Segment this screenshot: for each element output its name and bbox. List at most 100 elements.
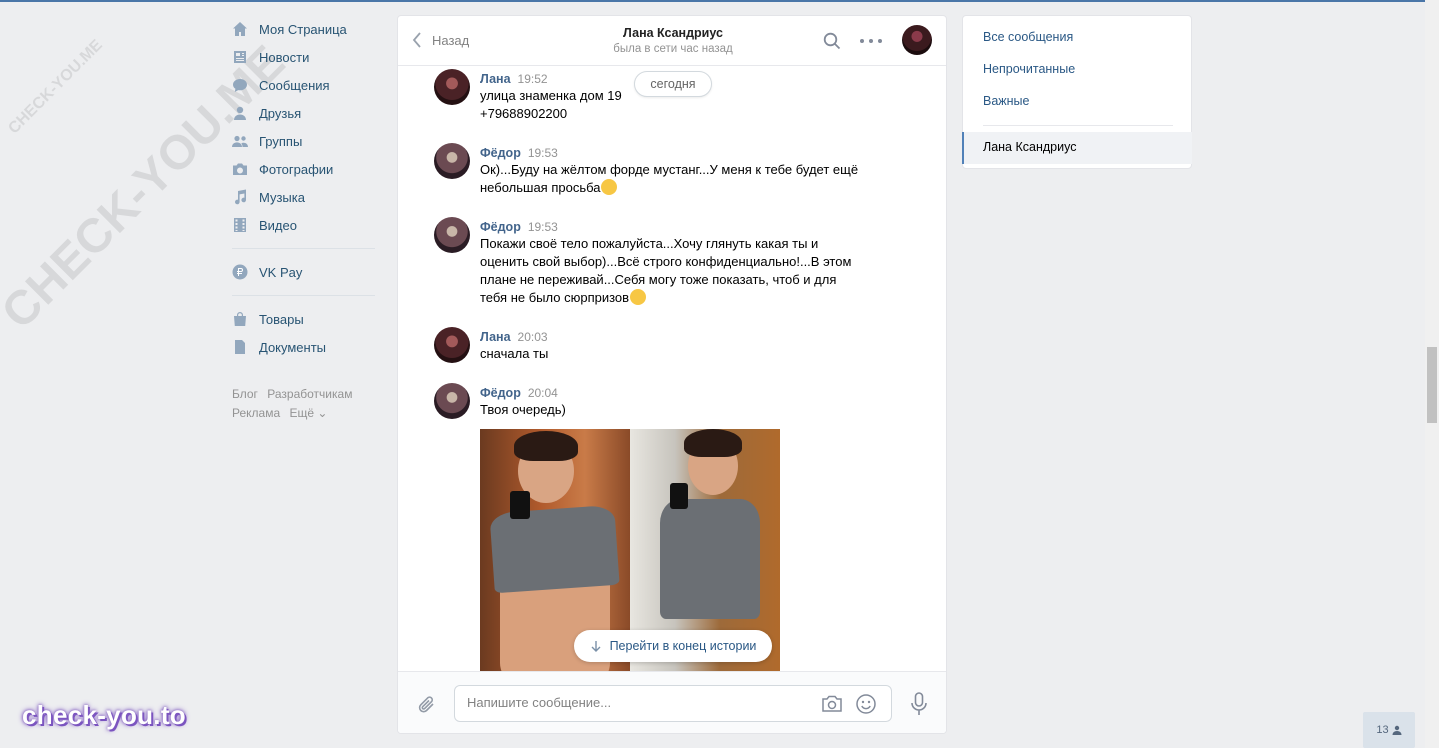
video-icon — [232, 217, 248, 233]
scrollbar-thumb[interactable] — [1427, 347, 1437, 423]
message-item[interactable]: Лана 20:03 сначала ты — [434, 327, 874, 367]
online-counter[interactable]: 13 — [1363, 712, 1415, 748]
message-time[interactable]: 19:52 — [518, 72, 548, 86]
news-icon — [232, 49, 248, 65]
peer-status: была в сети час назад — [613, 43, 733, 55]
nav-item-label: Группы — [259, 133, 303, 149]
back-button[interactable]: Назад — [412, 32, 469, 48]
nav-divider — [232, 295, 375, 296]
nav-item-label: Видео — [259, 217, 297, 233]
message-author[interactable]: Фёдор — [480, 220, 521, 234]
nav-item-label: Документы — [259, 339, 327, 355]
footer-link-more[interactable]: Ещё ⌄ — [289, 406, 327, 420]
nav-item-label: Музыка — [259, 189, 305, 205]
more-icon[interactable] — [860, 32, 882, 50]
jump-to-end-button[interactable]: Перейти в конец истории — [574, 630, 772, 662]
nav-item-label: Друзья — [259, 105, 302, 121]
avatar[interactable] — [434, 143, 470, 179]
avatar[interactable] — [434, 327, 470, 363]
nav-item-news[interactable]: Новости — [224, 43, 379, 71]
message-author[interactable]: Лана — [480, 330, 511, 344]
panel-divider — [983, 125, 1173, 126]
message-input-box — [454, 685, 892, 722]
home-icon — [232, 21, 248, 37]
avatar[interactable] — [434, 383, 470, 419]
nav-item-photos[interactable]: Фотографии — [224, 155, 379, 183]
avatar[interactable] — [434, 69, 470, 105]
message-time[interactable]: 20:04 — [528, 386, 558, 400]
camera-icon — [232, 161, 248, 177]
footer-links: Блог Разработчикам Реклама Ещё ⌄ — [224, 385, 379, 423]
peer-info[interactable]: Лана Ксандриус была в сети час назад — [573, 26, 773, 55]
user-icon — [1392, 725, 1402, 735]
nav-item-label: Новости — [259, 49, 310, 65]
bag-icon — [232, 311, 248, 327]
footer-link-blog[interactable]: Блог — [232, 387, 258, 401]
message-line: плане не переживай...Себя могу тоже пока… — [480, 272, 837, 287]
smile-emoji-icon — [630, 289, 647, 305]
message-input[interactable] — [467, 695, 807, 710]
nav-item-friends[interactable]: Друзья — [224, 99, 379, 127]
search-icon[interactable] — [823, 32, 841, 50]
message-text: Покажи своё тело пожалуйста...Хочу гляну… — [480, 235, 875, 307]
footer-link-developers[interactable]: Разработчикам — [267, 387, 352, 401]
message-line: сначала ты — [480, 346, 549, 361]
emoji-icon[interactable] — [855, 693, 877, 715]
nav-item-my-page[interactable]: Моя Страница — [224, 15, 379, 43]
peer-avatar[interactable] — [902, 25, 932, 55]
nav-divider — [232, 248, 375, 249]
filter-unread[interactable]: Непрочитанные — [983, 62, 1075, 76]
peer-name: Лана Ксандриус — [623, 26, 723, 40]
message-text: Твоя очередь) — [480, 401, 875, 419]
filter-important[interactable]: Важные — [983, 94, 1030, 108]
message-author[interactable]: Лана — [480, 72, 511, 86]
page-scrollbar[interactable] — [1425, 0, 1439, 748]
message-text: улица знаменка дом 19 +79688902200 — [480, 87, 875, 123]
music-icon — [232, 189, 248, 205]
filter-all-messages[interactable]: Все сообщения — [983, 30, 1073, 44]
chevron-left-icon — [412, 32, 421, 48]
active-dialog-item[interactable]: Лана Ксандриус — [962, 132, 1192, 164]
nav-item-label: VK Pay — [259, 264, 303, 280]
message-history[interactable]: сегодня Лана 19:52 улица знаменка дом 19 … — [398, 67, 946, 672]
nav-item-messages[interactable]: Сообщения — [224, 71, 379, 99]
nav-item-vk-pay[interactable]: VK Pay — [224, 258, 379, 286]
footer-link-ads[interactable]: Реклама — [232, 406, 280, 420]
message-time[interactable]: 20:03 — [518, 330, 548, 344]
message-item[interactable]: Лана 19:52 улица знаменка дом 19 +7968890… — [434, 69, 874, 121]
message-author[interactable]: Фёдор — [480, 386, 521, 400]
message-time[interactable]: 19:53 — [528, 220, 558, 234]
messages-icon — [232, 77, 248, 93]
jump-label: Перейти в конец истории — [609, 639, 757, 653]
friends-icon — [232, 105, 248, 121]
avatar[interactable] — [434, 217, 470, 253]
message-line: тебя не было сюрпризов — [480, 290, 630, 305]
watermark-small: CHECK-YOU.ME — [5, 36, 106, 138]
message-time[interactable]: 19:53 — [528, 146, 558, 160]
message-line: Покажи своё тело пожалуйста...Хочу гляну… — [480, 236, 819, 251]
nav-item-label: Сообщения — [259, 77, 330, 93]
counter-value: 13 — [1376, 724, 1389, 736]
filters-panel: Все сообщения Непрочитанные Важные Лана … — [962, 15, 1192, 169]
back-label: Назад — [432, 32, 470, 48]
nav-item-groups[interactable]: Группы — [224, 127, 379, 155]
arrow-down-icon — [591, 641, 601, 652]
ruble-icon — [232, 264, 248, 280]
brand-watermark: check-you.to — [22, 700, 186, 730]
active-dialog-label: Лана Ксандриус — [983, 140, 1077, 154]
nav-item-documents[interactable]: Документы — [224, 333, 379, 361]
nav-item-label: Моя Страница — [259, 21, 347, 37]
nav-item-video[interactable]: Видео — [224, 211, 379, 239]
message-item[interactable]: Фёдор 19:53 Ок)...Буду на жёлтом форде му… — [434, 143, 874, 195]
message-author[interactable]: Фёдор — [480, 146, 521, 160]
nav-item-music[interactable]: Музыка — [224, 183, 379, 211]
message-line: +79688902200 — [480, 106, 568, 121]
paperclip-icon[interactable] — [416, 694, 438, 716]
nav-item-goods[interactable]: Товары — [224, 305, 379, 333]
left-navigation: Моя Страница Новости Сообщения Друзья Гр… — [224, 15, 379, 423]
message-text: сначала ты — [480, 345, 875, 363]
camera-icon[interactable] — [821, 694, 843, 714]
nav-item-label: Фотографии — [259, 161, 334, 177]
message-item[interactable]: Фёдор 19:53 Покажи своё тело пожалуйста..… — [434, 217, 874, 305]
microphone-icon[interactable] — [910, 692, 928, 716]
